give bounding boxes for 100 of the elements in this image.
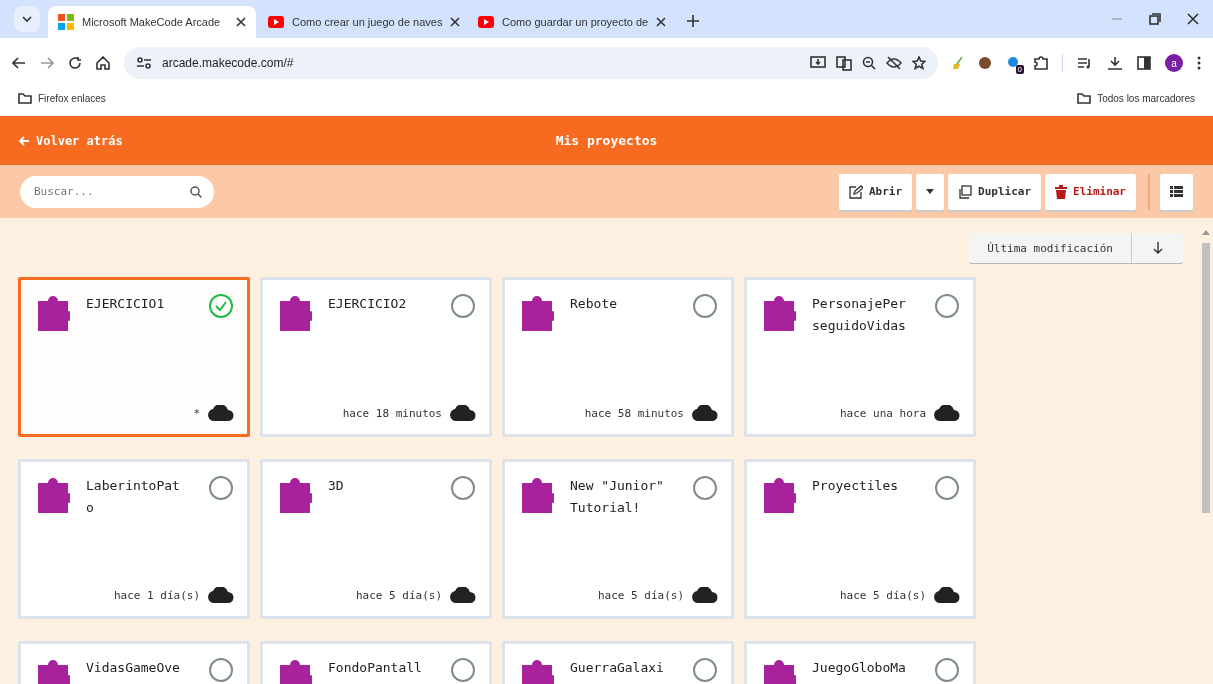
project-title: GuerraGalaxi	[570, 659, 664, 677]
project-card[interactable]: JuegoGloboMa	[744, 641, 976, 684]
modified-time: hace 1 día(s)	[113, 588, 200, 602]
scrollbar-thumb[interactable]	[1202, 243, 1210, 513]
puzzle-piece-icon[interactable]	[1034, 56, 1048, 70]
close-icon[interactable]	[1187, 13, 1199, 25]
star-icon[interactable]	[912, 56, 926, 70]
install-app-icon[interactable]	[810, 56, 826, 70]
folder-icon	[1077, 92, 1092, 104]
puzzle-icon	[764, 475, 796, 513]
check-circle-icon[interactable]	[208, 293, 234, 319]
list-view-button[interactable]	[1160, 173, 1193, 210]
more-menu-icon[interactable]	[1197, 56, 1201, 70]
edit-icon	[848, 184, 863, 199]
empty-circle-icon[interactable]	[692, 657, 718, 683]
extension-icon[interactable]	[1006, 56, 1020, 70]
project-card[interactable]: EJERCICIO2 hace 18 minutos	[260, 277, 492, 437]
site-settings-icon[interactable]	[136, 57, 152, 69]
modified-time: hace 5 día(s)	[355, 588, 442, 602]
play-logo-icon	[478, 16, 494, 28]
forward-arrow-icon[interactable]	[40, 57, 54, 69]
tab-search-button[interactable]	[14, 6, 40, 32]
empty-circle-icon[interactable]	[450, 293, 476, 319]
home-icon[interactable]	[96, 56, 110, 70]
empty-circle-icon[interactable]	[934, 475, 960, 501]
close-icon[interactable]	[656, 17, 667, 27]
restore-icon[interactable]	[1149, 13, 1161, 25]
browser-tab[interactable]: Microsoft MakeCode Arcade	[48, 6, 256, 38]
project-card[interactable]: EJERCICIO1 *	[18, 277, 250, 437]
delete-button[interactable]: Eliminar	[1045, 173, 1136, 210]
folder-icon	[18, 92, 32, 104]
zoom-icon[interactable]	[862, 56, 876, 70]
close-icon[interactable]	[236, 17, 246, 27]
project-title: Proyectiles	[812, 477, 900, 495]
puzzle-icon	[522, 657, 554, 684]
empty-circle-icon[interactable]	[450, 657, 476, 683]
project-card[interactable]: GuerraGalaxi	[502, 641, 734, 684]
bookmark-link[interactable]: Firefox enlaces	[38, 92, 106, 104]
modified-time: hace 18 minutos	[342, 406, 442, 420]
search-field[interactable]: Buscar...	[20, 175, 214, 208]
cloud-icon	[450, 587, 476, 603]
empty-circle-icon[interactable]	[934, 293, 960, 319]
project-card[interactable]: 3D hace 5 día(s)	[260, 459, 492, 619]
empty-circle-icon[interactable]	[450, 475, 476, 501]
project-title: PersonajePerseguidoVidas	[812, 295, 906, 335]
modified-time: hace 58 minutos	[584, 406, 684, 420]
bookmarks-link[interactable]: Todos los marcadores	[1097, 92, 1195, 104]
open-button[interactable]: Abrir	[838, 173, 913, 210]
download-icon[interactable]	[1107, 56, 1123, 70]
broom-icon[interactable]	[952, 56, 964, 70]
puzzle-icon	[38, 475, 70, 513]
eye-off-icon[interactable]	[886, 56, 902, 70]
project-title: LaberintoPato	[86, 477, 180, 517]
back-arrow-icon[interactable]	[12, 57, 26, 69]
puzzle-icon	[522, 475, 554, 513]
cloud-icon	[692, 405, 718, 421]
windows-logo-icon	[58, 14, 74, 30]
media-icon[interactable]	[1077, 56, 1093, 70]
list-icon	[1170, 186, 1183, 197]
translate-icon[interactable]	[836, 55, 852, 71]
modified-time: *	[193, 406, 200, 420]
duplicate-button[interactable]: Duplicar	[948, 173, 1041, 210]
trash-icon	[1055, 184, 1067, 199]
cookie-icon[interactable]	[978, 56, 992, 70]
cloud-icon	[934, 405, 960, 421]
reload-icon[interactable]	[68, 56, 82, 70]
profile-avatar[interactable]: a	[1165, 54, 1183, 72]
project-title: Rebote	[570, 295, 618, 313]
project-title: JuegoGloboMa	[812, 659, 906, 677]
project-card[interactable]: PersonajePerseguidoVidas hace una hora	[744, 277, 976, 437]
project-card[interactable]: Proyectiles hace 5 día(s)	[744, 459, 976, 619]
down-arrow-icon	[1152, 242, 1163, 254]
browser-tab[interactable]: Como guardar un proyecto de	[468, 6, 676, 38]
puzzle-icon	[522, 293, 554, 331]
address-bar[interactable]: arcade.makecode.com/#	[124, 47, 938, 79]
cloud-icon	[450, 405, 476, 421]
puzzle-icon	[764, 657, 796, 684]
empty-circle-icon[interactable]	[934, 657, 960, 683]
project-title: VidasGameOve	[86, 659, 180, 677]
plus-icon[interactable]	[686, 14, 700, 28]
project-card[interactable]: LaberintoPato hace 1 día(s)	[18, 459, 250, 619]
project-card[interactable]: FondoPantall	[260, 641, 492, 684]
side-panel-icon[interactable]	[1137, 56, 1151, 70]
project-card[interactable]: Rebote hace 58 minutos	[502, 277, 734, 437]
modified-time: hace 5 día(s)	[597, 588, 684, 602]
empty-circle-icon[interactable]	[692, 475, 718, 501]
empty-circle-icon[interactable]	[208, 475, 234, 501]
empty-circle-icon[interactable]	[692, 293, 718, 319]
project-title: EJERCICIO1	[86, 295, 166, 313]
scroll-up-icon[interactable]	[1202, 230, 1210, 235]
empty-circle-icon[interactable]	[208, 657, 234, 683]
modified-time: hace 5 día(s)	[839, 588, 926, 602]
browser-tab[interactable]: Como crear un juego de naves	[258, 6, 466, 38]
project-card[interactable]: New "Junior" Tutorial! hace 5 día(s)	[502, 459, 734, 619]
project-card[interactable]: VidasGameOve	[18, 641, 250, 684]
modified-time: hace una hora	[839, 406, 926, 420]
page-title: Mis proyectos	[555, 133, 658, 148]
play-logo-icon	[268, 16, 284, 28]
search-icon[interactable]	[190, 185, 202, 198]
close-icon[interactable]	[450, 17, 461, 27]
